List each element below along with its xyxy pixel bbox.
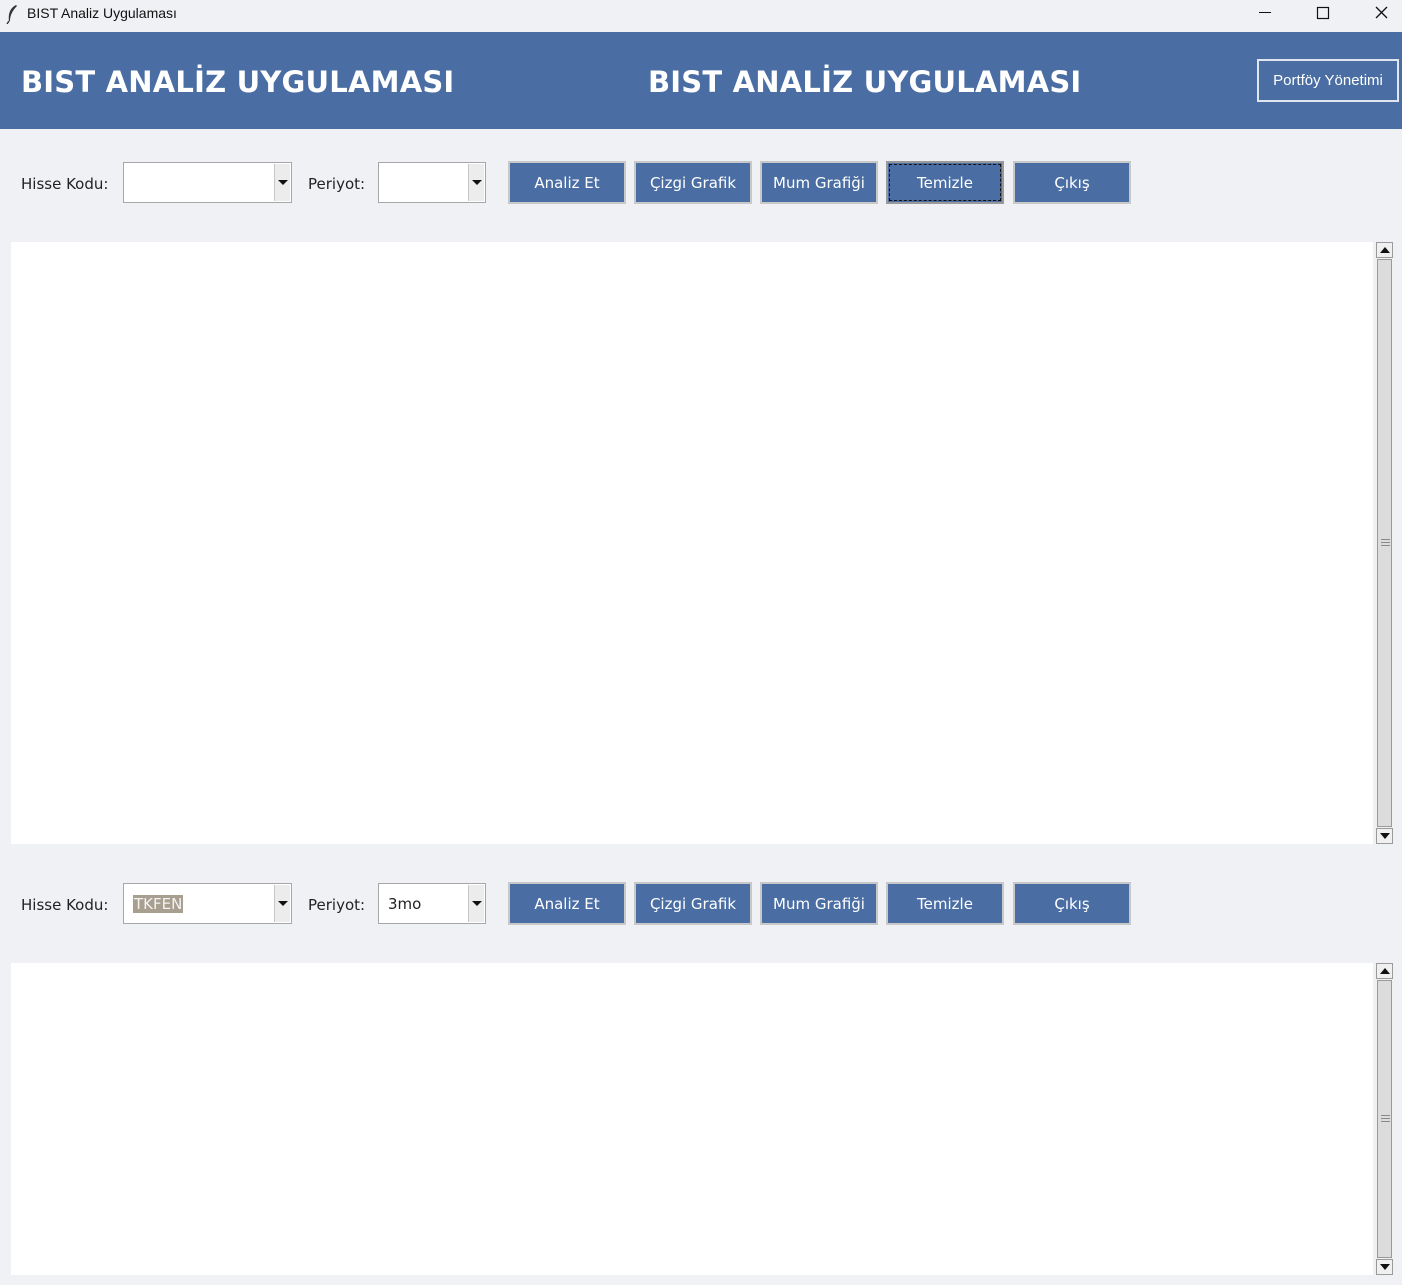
window-title: BIST Analiz Uygulaması [27,5,177,21]
analyze-button[interactable]: Analiz Et [508,882,626,925]
analysis-output-1[interactable] [11,242,1373,844]
candle-chart-button[interactable]: Mum Grafiği [760,161,878,204]
close-icon [1375,6,1388,19]
clear-button[interactable]: Temizle [886,882,1004,925]
period-combobox[interactable] [378,162,486,203]
minimize-button[interactable] [1236,0,1294,28]
candle-chart-button[interactable]: Mum Grafiği [760,882,878,925]
line-chart-button[interactable]: Çizgi Grafik [634,161,752,204]
header-title-left: BIST ANALİZ UYGULAMASI [21,65,455,99]
close-button[interactable] [1352,0,1402,28]
period-value: 3mo [388,895,422,913]
analysis-output-2[interactable] [11,963,1373,1275]
chevron-down-icon[interactable] [468,164,484,201]
scroll-thumb[interactable] [1377,259,1392,827]
maximize-icon [1316,6,1330,20]
scroll-down-icon[interactable] [1376,1259,1393,1275]
feather-icon [6,5,17,24]
stock-code-combobox[interactable] [123,162,292,203]
analyze-button[interactable]: Analiz Et [508,161,626,204]
grip-icon [1381,539,1390,546]
stock-code-label: Hisse Kodu: [21,896,109,914]
chevron-down-icon[interactable] [274,885,290,922]
scroll-up-icon[interactable] [1376,242,1393,258]
maximize-button[interactable] [1294,0,1352,28]
stock-code-label: Hisse Kodu: [21,175,109,193]
clear-button[interactable]: Temizle [886,161,1004,204]
chevron-down-icon[interactable] [274,164,290,201]
stock-code-value: TKFEN [133,895,184,913]
window-titlebar: BIST Analiz Uygulaması [0,0,1402,31]
period-combobox[interactable]: 3mo [378,883,486,924]
period-label: Periyot: [308,896,366,914]
exit-button[interactable]: Çıkış [1013,161,1131,204]
output-1-scrollbar[interactable] [1376,242,1393,844]
app-header: BIST ANALİZ UYGULAMASI BIST ANALİZ UYGUL… [0,32,1402,129]
portfolio-management-button[interactable]: Portföy Yönetimi [1257,59,1399,102]
minimize-icon [1259,12,1271,13]
scroll-up-icon[interactable] [1376,963,1393,979]
scroll-down-icon[interactable] [1376,828,1393,844]
line-chart-button[interactable]: Çizgi Grafik [634,882,752,925]
output-2-scrollbar[interactable] [1376,963,1393,1275]
grip-icon [1381,1115,1390,1122]
scroll-thumb[interactable] [1377,980,1392,1258]
stock-code-combobox[interactable]: TKFEN [123,883,292,924]
chevron-down-icon[interactable] [468,885,484,922]
period-label: Periyot: [308,175,366,193]
exit-button[interactable]: Çıkış [1013,882,1131,925]
header-title-center: BIST ANALİZ UYGULAMASI [648,65,1082,99]
